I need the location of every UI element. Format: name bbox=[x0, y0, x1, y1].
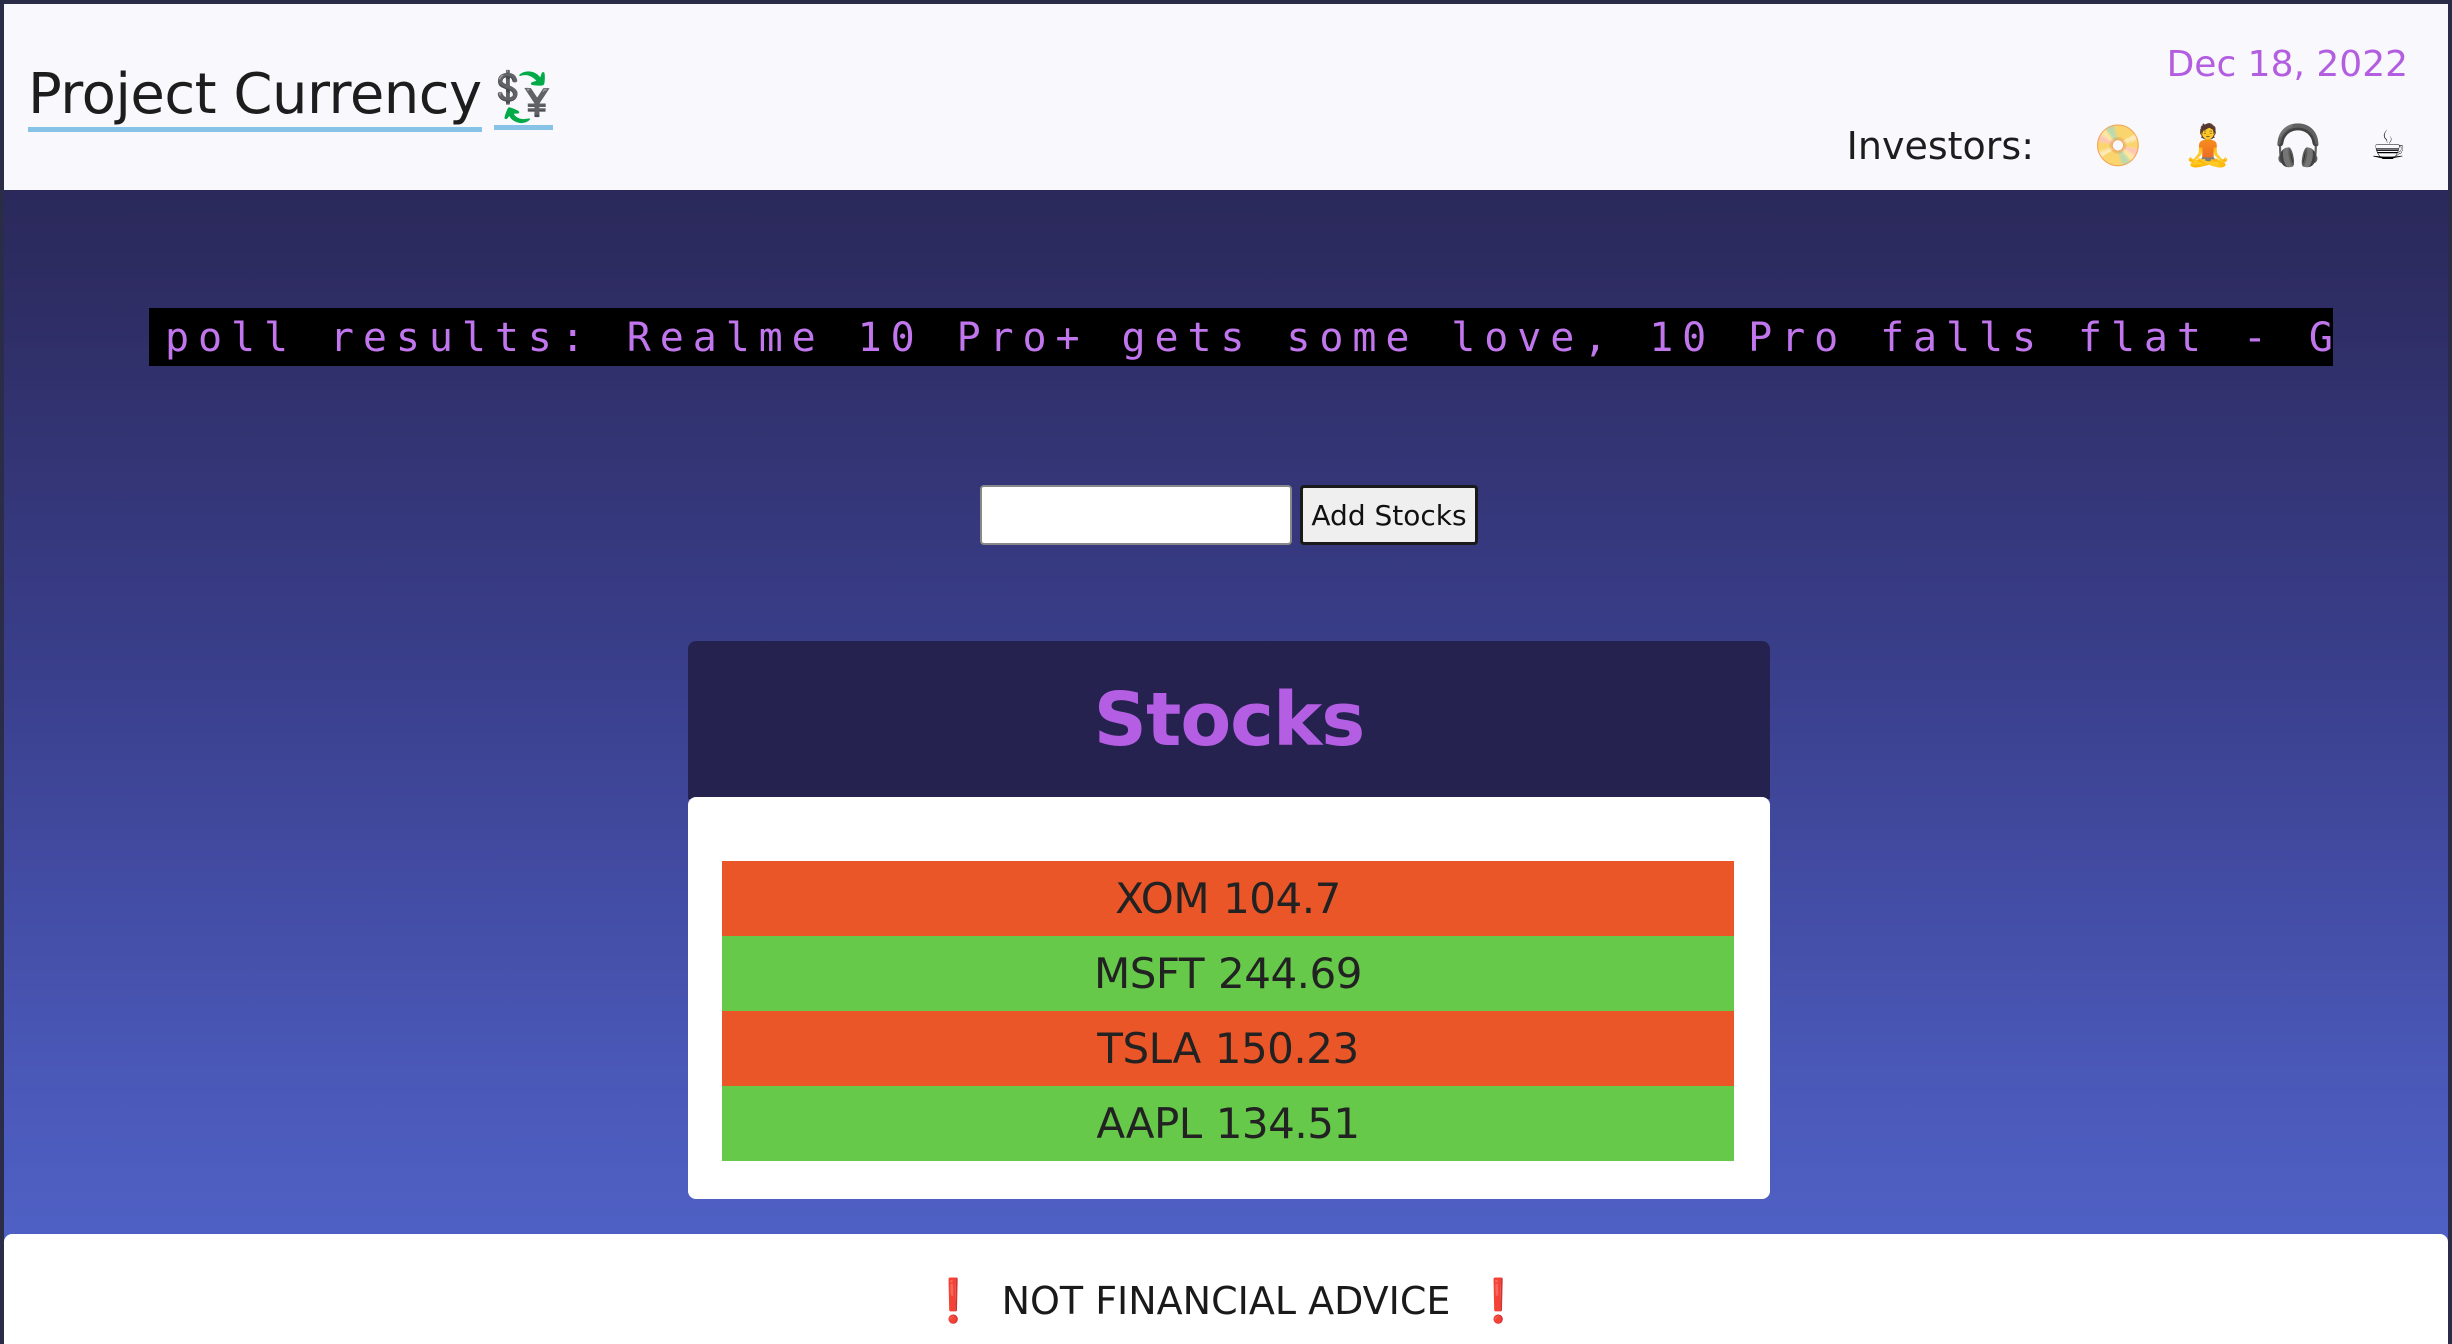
stock-symbol: MSFT bbox=[1094, 949, 1204, 998]
top-header: Project Currency 💱 Dec 18, 2022 Investors… bbox=[4, 4, 2448, 190]
add-stocks-button[interactable]: Add Stocks bbox=[1300, 485, 1478, 545]
stock-symbol-input[interactable] bbox=[980, 485, 1292, 545]
disclaimer-text: NOT FINANCIAL ADVICE bbox=[1001, 1279, 1451, 1323]
investors-bar: Investors: 📀 🧘 🎧 ☕ bbox=[1847, 116, 2420, 176]
stock-symbol: TSLA bbox=[1097, 1024, 1201, 1073]
news-ticker: poll results: Realme 10 Pro+ gets some l… bbox=[149, 308, 2333, 366]
coffee-icon[interactable]: ☕ bbox=[2356, 114, 2420, 178]
stocks-panel: XOM 104.7 MSFT 244.69 TSLA 150.23 AAPL 134.5… bbox=[688, 797, 1770, 1199]
news-ticker-text: poll results: Realme 10 Pro+ gets some l… bbox=[165, 315, 2333, 361]
current-date: Dec 18, 2022 bbox=[2166, 44, 2408, 85]
brand-title: Project Currency bbox=[28, 62, 482, 132]
brand-link[interactable]: Project Currency 💱 bbox=[28, 62, 553, 132]
stock-symbol: XOM bbox=[1115, 874, 1210, 923]
stock-price: 104.7 bbox=[1223, 874, 1341, 923]
stocks-panel-header: Stocks bbox=[688, 641, 1770, 799]
stocks-title: Stocks bbox=[1093, 677, 1366, 763]
stock-row-aapl[interactable]: AAPL 134.51 bbox=[722, 1086, 1734, 1161]
meditating-person-icon[interactable]: 🧘 bbox=[2176, 114, 2240, 178]
page-footer: ❗ NOT FINANCIAL ADVICE ❗ bbox=[4, 1234, 2448, 1344]
stock-price: 244.69 bbox=[1218, 949, 1362, 998]
stock-row-msft[interactable]: MSFT 244.69 bbox=[722, 936, 1734, 1011]
disclaimer: ❗ NOT FINANCIAL ADVICE ❗ bbox=[4, 1276, 2448, 1326]
currency-exchange-icon: 💱 bbox=[493, 68, 553, 130]
stock-price: 134.51 bbox=[1215, 1099, 1360, 1148]
dvd-icon[interactable]: 📀 bbox=[2086, 114, 2150, 178]
headphones-icon[interactable]: 🎧 bbox=[2266, 114, 2330, 178]
stock-row-tsla[interactable]: TSLA 150.23 bbox=[722, 1011, 1734, 1086]
exclamation-icon: ❗ bbox=[927, 1276, 980, 1325]
investors-label: Investors: bbox=[1846, 124, 2034, 168]
app-frame: Project Currency 💱 Dec 18, 2022 Investors… bbox=[4, 4, 2448, 1344]
stock-list: XOM 104.7 MSFT 244.69 TSLA 150.23 AAPL 134.5… bbox=[722, 861, 1734, 1161]
stock-price: 150.23 bbox=[1214, 1024, 1359, 1073]
stock-symbol: AAPL bbox=[1096, 1099, 1202, 1148]
exclamation-icon: ❗ bbox=[1472, 1276, 1525, 1325]
stock-row-xom[interactable]: XOM 104.7 bbox=[722, 861, 1734, 936]
